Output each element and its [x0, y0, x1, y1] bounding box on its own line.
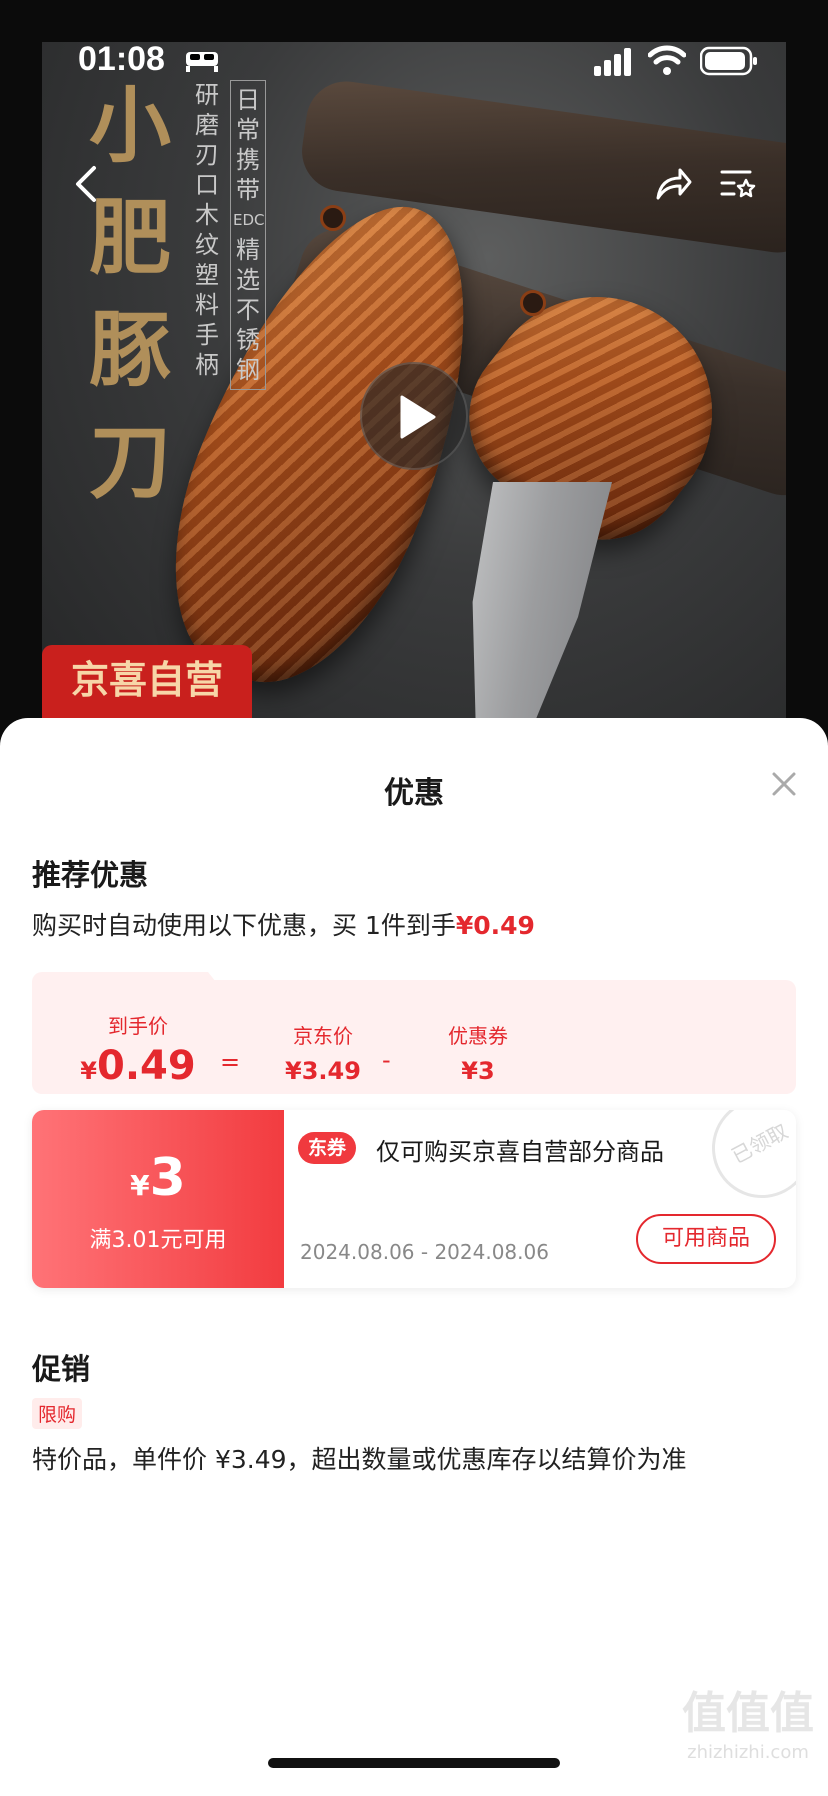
applicable-products-button[interactable]: 可用商品: [636, 1214, 776, 1264]
home-indicator[interactable]: [268, 1758, 560, 1768]
product-image-title: 小 肥 豚 刀: [88, 78, 171, 510]
back-arrow-icon[interactable]: [68, 162, 104, 206]
equals-sign: =: [220, 1048, 241, 1076]
purchase-limit-badge: 限购: [32, 1398, 83, 1429]
product-image-subtitle: 日常 携带 EDC 精 选不 锈钢: [230, 80, 266, 390]
coupon-type-badge: 东券: [298, 1132, 357, 1164]
product-image-subtitle: 研磨 刃口 木纹 塑料 手柄: [195, 81, 219, 379]
video-play-button[interactable]: [360, 362, 468, 470]
coupon-amount: ¥3: [130, 1148, 186, 1208]
knife-sheath: [126, 167, 528, 717]
final-price: 到手价 ¥0.49: [80, 1014, 196, 1089]
lanyard-hole: [320, 205, 346, 231]
coupon-condition: 满3.01元可用: [89, 1228, 227, 1253]
coupon-value-panel: ¥3 满3.01元可用: [32, 1110, 284, 1288]
site-watermark: 值值值 zhizhizhi.com: [682, 1688, 814, 1763]
cellular-signal-icon: [594, 48, 631, 76]
recommended-discount-desc: 购买时自动使用以下优惠，买 1件到手¥0.49: [32, 911, 535, 940]
product-hero: 小 肥 豚 刀 研磨 刃口 木纹 塑料 手柄 日常 携带 EDC 精 选不 锈钢 …: [0, 0, 828, 760]
sleep-focus-icon: [186, 52, 218, 72]
sheet-title: 优惠: [384, 776, 444, 811]
price-breakdown: 到手价 ¥0.49 = 京东价 ¥3.49 - 优惠券 ¥3: [32, 972, 796, 1094]
coupon-price: 优惠券 ¥3: [448, 1024, 508, 1085]
claimed-stamp: 已领取: [694, 1110, 796, 1216]
jd-price: 京东价 ¥3.49: [285, 1024, 361, 1085]
share-icon[interactable]: [652, 164, 692, 204]
coupon-validity-date: 2024.08.06 - 2024.08.06: [300, 1240, 549, 1264]
recommended-discount-title: 推荐优惠: [32, 858, 149, 892]
self-operated-badge: 京喜自营: [42, 645, 252, 725]
status-bar: 01:08: [0, 0, 828, 110]
coupon-card: 已领取 ¥3 满3.01元可用 东券 仅可购买京喜自营部分商品 2024.08.…: [32, 1110, 796, 1288]
close-icon[interactable]: [770, 770, 798, 798]
coupon-name: 仅可购买京喜自营部分商品: [376, 1138, 664, 1166]
price-box-tab: [32, 972, 232, 1002]
discount-sheet: 优惠 推荐优惠 购买时自动使用以下优惠，买 1件到手¥0.49 到手价 ¥0.4…: [0, 718, 828, 1796]
minus-sign: -: [382, 1046, 391, 1074]
play-icon: [400, 395, 436, 439]
menu-favorite-icon[interactable]: [720, 166, 756, 202]
battery-icon: [700, 46, 757, 76]
lanyard-hole: [520, 290, 546, 316]
promotion-title: 促销: [32, 1352, 91, 1386]
promotion-desc: 特价品，单件价 ¥3.49，超出数量或优惠库存以结算价为准: [32, 1445, 687, 1474]
status-time: 01:08: [78, 40, 165, 78]
wifi-icon: [648, 45, 686, 75]
